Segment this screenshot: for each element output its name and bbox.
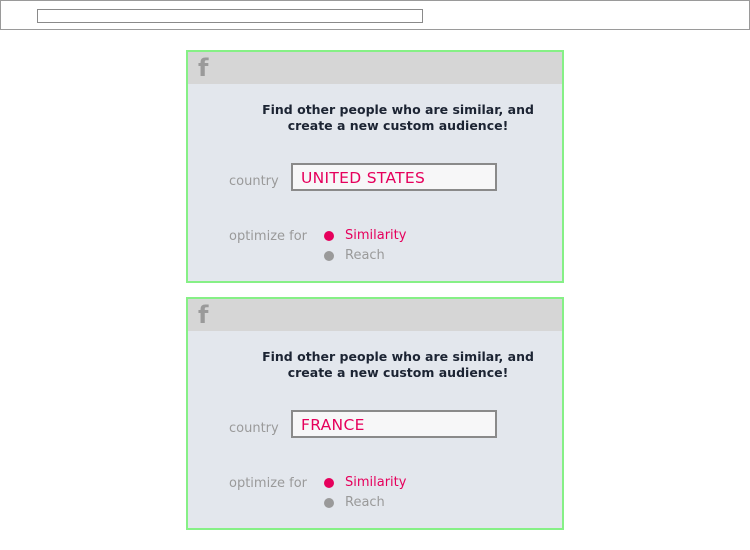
country-label: country bbox=[229, 421, 279, 436]
headline-line-1: Find other people who are similar, and bbox=[262, 102, 534, 117]
country-field[interactable]: UNITED STATES bbox=[291, 163, 497, 191]
headline-line-2: create a new custom audience! bbox=[287, 365, 509, 380]
headline-line-1: Find other people who are similar, and bbox=[262, 349, 534, 364]
audience-card: f Find other people who are similar, and… bbox=[186, 297, 564, 530]
card-headline: Find other people who are similar, and c… bbox=[248, 349, 548, 381]
card-header: f bbox=[188, 52, 562, 84]
optimize-for-label: optimize for bbox=[229, 476, 308, 491]
facebook-icon: f bbox=[198, 301, 209, 329]
card-headline: Find other people who are similar, and c… bbox=[248, 102, 548, 134]
radio-label: Reach bbox=[345, 495, 385, 510]
country-value: FRANCE bbox=[301, 416, 365, 434]
headline-line-2: create a new custom audience! bbox=[287, 118, 509, 133]
country-value: UNITED STATES bbox=[301, 169, 426, 187]
optimize-for-label: optimize for bbox=[229, 229, 308, 244]
radio-label: Similarity bbox=[345, 228, 407, 243]
radio-selected-icon bbox=[324, 231, 334, 241]
radio-unselected-icon bbox=[324, 251, 334, 261]
country-field[interactable]: FRANCE bbox=[291, 410, 497, 438]
browser-top-bar bbox=[0, 0, 750, 30]
audience-card: f Find other people who are similar, and… bbox=[186, 50, 564, 283]
card-header: f bbox=[188, 299, 562, 331]
radio-label: Similarity bbox=[345, 475, 407, 490]
radio-label: Reach bbox=[345, 248, 385, 263]
radio-unselected-icon bbox=[324, 498, 334, 508]
address-bar[interactable] bbox=[37, 9, 423, 23]
radio-selected-icon bbox=[324, 478, 334, 488]
country-label: country bbox=[229, 174, 279, 189]
facebook-icon: f bbox=[198, 54, 209, 82]
